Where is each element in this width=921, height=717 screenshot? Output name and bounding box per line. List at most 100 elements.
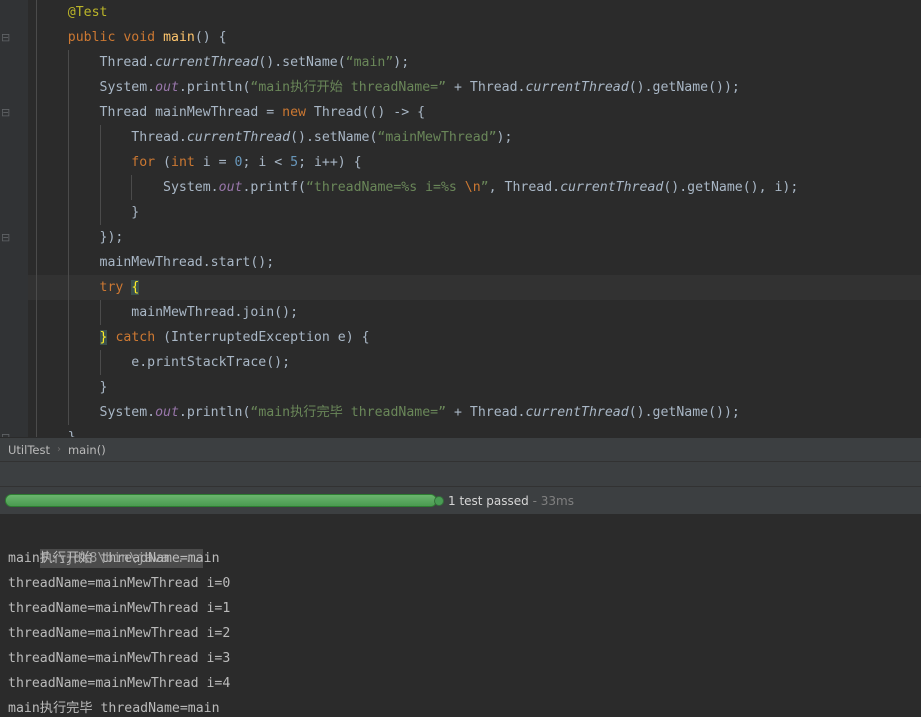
- indent-guide: [99, 350, 101, 375]
- code-token-plain: ().getName());: [628, 405, 740, 420]
- indent-guide: [67, 375, 69, 400]
- code-token-plain: + Thread.: [446, 80, 526, 95]
- code-token-plain: (InterruptedException e) {: [155, 330, 370, 345]
- code-token-plain: + Thread.: [446, 405, 526, 420]
- console-output-line: threadName=mainMewThread i=0: [8, 576, 231, 591]
- code-token-plain: ().setName(: [258, 55, 346, 70]
- code-token-kw: void: [123, 30, 156, 45]
- code-token-plain: Thread(() -> {: [305, 105, 426, 120]
- code-line[interactable]: System.out.println(“main执行完毕 threadName=…: [28, 400, 921, 425]
- code-line[interactable]: e.printStackTrace();: [28, 350, 921, 375]
- code-token-static: currentThread: [525, 80, 629, 95]
- indent-guide: [36, 250, 37, 275]
- code-fold-icon[interactable]: [1, 233, 10, 242]
- code-token-plain: e.printStackTrace();: [36, 355, 291, 370]
- code-token-plain: }: [36, 430, 76, 437]
- code-token-plain: .println(: [178, 405, 251, 420]
- code-token-field: out: [155, 80, 179, 95]
- indent-guide: [99, 125, 101, 150]
- indent-guide: [67, 175, 69, 200]
- code-token-anno: @Test: [36, 5, 108, 20]
- code-token-method: main: [163, 30, 195, 45]
- indent-guide: [36, 225, 37, 250]
- indent-guide: [36, 375, 37, 400]
- code-line[interactable]: try {: [28, 275, 921, 300]
- code-line[interactable]: });: [28, 225, 921, 250]
- code-token-plain: System.: [36, 405, 156, 420]
- code-token-plain: ; i++) {: [298, 155, 362, 170]
- indent-guide: [36, 25, 37, 50]
- console-output-line: threadName=mainMewThread i=3: [8, 651, 231, 666]
- indent-guide: [36, 175, 37, 200]
- indent-guide: [36, 0, 37, 25]
- code-line[interactable]: Thread.currentThread().setName(“main”);: [28, 50, 921, 75]
- indent-guide: [67, 125, 69, 150]
- indent-guide: [67, 50, 69, 75]
- code-line[interactable]: Thread mainMewThread = new Thread(() -> …: [28, 100, 921, 125]
- code-text-area[interactable]: @Test public void main() { Thread.curren…: [28, 0, 921, 437]
- code-line[interactable]: System.out.println(“main执行开始 threadName=…: [28, 75, 921, 100]
- code-token-field: out: [155, 405, 179, 420]
- code-token-plain: () {: [194, 30, 227, 45]
- console-command-line: F:\jdk8\bin\java ...: [0, 521, 921, 568]
- code-token-plain: ().getName(), i);: [663, 180, 799, 195]
- code-fold-icon[interactable]: [1, 108, 10, 117]
- code-token-static: currentThread: [560, 180, 664, 195]
- indent-guide: [99, 300, 101, 325]
- indent-guide: [36, 300, 37, 325]
- indent-guide: [36, 150, 37, 175]
- editor-gutter[interactable]: [0, 0, 28, 437]
- code-token-plain: mainMewThread.start();: [36, 255, 275, 270]
- code-line[interactable]: mainMewThread.join();: [28, 300, 921, 325]
- console-output-line: threadName=mainMewThread i=4: [8, 676, 231, 691]
- code-token-plain: System.: [36, 80, 156, 95]
- indent-guide: [36, 125, 37, 150]
- indent-guide: [67, 275, 69, 300]
- test-progress-bar: [5, 494, 437, 507]
- code-token-num: 5: [290, 155, 299, 170]
- code-line[interactable]: System.out.printf(“threadName=%s i=%s \n…: [28, 175, 921, 200]
- code-line[interactable]: public void main() {: [28, 25, 921, 50]
- code-token-static: currentThread: [155, 55, 259, 70]
- code-token-plain: }: [36, 205, 140, 220]
- indent-guide: [131, 175, 133, 200]
- indent-guide: [36, 275, 37, 300]
- code-fold-icon[interactable]: [1, 33, 10, 42]
- code-token-plain: (: [155, 155, 171, 170]
- code-line[interactable]: Thread.currentThread().setName(“mainMewT…: [28, 125, 921, 150]
- indent-guide: [36, 325, 37, 350]
- code-token-plain: ; i <: [242, 155, 291, 170]
- breadcrumb-class[interactable]: UtilTest: [8, 443, 50, 457]
- code-line[interactable]: }: [28, 200, 921, 225]
- indent-guide: [36, 200, 37, 225]
- code-token-esc: \n: [464, 180, 481, 195]
- code-token-str: “threadName=%s i=%s: [305, 180, 465, 195]
- test-duration-label: - 33ms: [532, 493, 574, 508]
- code-line[interactable]: mainMewThread.start();: [28, 250, 921, 275]
- code-token-kw: new: [282, 105, 306, 120]
- indent-guide: [67, 325, 69, 350]
- code-token-str: “main执行完毕 threadName=”: [250, 405, 447, 420]
- code-token-str: “mainMewThread”: [377, 130, 497, 145]
- code-line[interactable]: }: [28, 375, 921, 400]
- code-token-plain: ().getName());: [628, 80, 740, 95]
- test-status-text: 1 test passed - 33ms: [448, 494, 574, 508]
- code-line[interactable]: } catch (InterruptedException e) {: [28, 325, 921, 350]
- test-status-bar: 1 test passed - 33ms: [0, 487, 921, 514]
- console-output-pane[interactable]: F:\jdk8\bin\java ... main执行开始 threadName…: [0, 514, 921, 717]
- code-token-kw: catch: [115, 330, 156, 345]
- code-token-kw: for: [131, 155, 156, 170]
- breadcrumb-method[interactable]: main(): [68, 443, 106, 457]
- code-line[interactable]: }: [28, 425, 921, 437]
- code-line[interactable]: for (int i = 0; i < 5; i++) {: [28, 150, 921, 175]
- console-output-line: threadName=mainMewThread i=2: [8, 626, 231, 641]
- indent-guide: [67, 75, 69, 100]
- code-token-plain: Thread.: [36, 130, 187, 145]
- code-editor-pane[interactable]: @Test public void main() { Thread.curren…: [0, 0, 921, 437]
- code-token-plain: );: [496, 130, 513, 145]
- code-line[interactable]: @Test: [28, 0, 921, 25]
- indent-guide: [67, 225, 69, 250]
- indent-guide: [99, 175, 101, 200]
- run-panel-toolbar[interactable]: [0, 461, 921, 487]
